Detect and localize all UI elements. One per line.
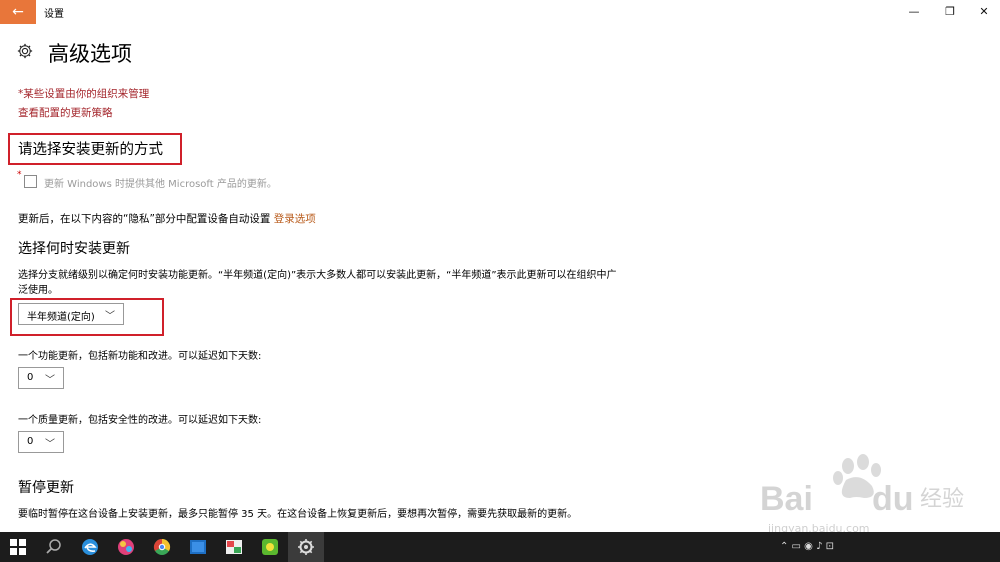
quality-defer-days-dropdown[interactable]: 0 ﹀ [18,431,64,453]
other-products-checkbox[interactable] [24,175,37,188]
svg-text:经验: 经验 [920,487,964,512]
quality-update-defer-label: 一个质量更新，包括安全性的改进。可以延迟如下天数: [18,415,262,426]
close-button[interactable]: ✕ [966,0,1000,24]
pause-updates-description: 要临时暂停在这台设备上安装更新，最多只能暂停 35 天。在这台设备上恢复更新后，… [18,509,578,520]
taskbar: ⌃ ▭ ◉ ♪ ⊡ [0,532,1000,562]
settings-gear-icon[interactable] [296,537,316,557]
color-app-icon[interactable] [116,537,136,557]
branch-readiness-description: 选择分支就绪级别以确定何时安装功能更新。“半年频道(定向)”表示大多数人都可以安… [18,270,617,296]
edge-browser-icon[interactable] [80,537,100,557]
signin-options-link[interactable]: 登录选项 [274,213,316,225]
window-title: 设置 [44,9,64,20]
arrow-left-icon: ← [12,4,24,20]
blue-app-icon[interactable] [188,537,208,557]
title-bar: ← 设置 — ❐ ✕ [0,0,1000,24]
chrome-like-icon[interactable] [152,537,172,557]
photo-app-icon[interactable] [224,537,244,557]
system-tray[interactable]: ⌃ ▭ ◉ ♪ ⊡ [780,541,834,552]
pause-updates-heading: 暂停更新 [18,480,74,496]
feature-defer-days-value: 0 [27,372,34,383]
gear-icon [17,43,33,59]
windows-start-icon[interactable] [8,537,28,557]
search-icon[interactable] [44,537,64,557]
feature-defer-days-dropdown[interactable]: 0 ﹀ [18,367,64,389]
maximize-button[interactable]: ❐ [932,0,968,24]
quality-defer-days-value: 0 [27,436,34,447]
channel-dropdown-value: 半年频道(定向) [27,312,95,323]
green-app-icon[interactable] [260,537,280,557]
managed-by-org-note: *某些设置由你的组织来管理 [18,88,150,100]
managed-asterisk: * [17,170,22,180]
channel-dropdown[interactable]: 半年频道(定向) ﹀ [18,303,124,325]
signin-options-description: 更新后，在以下内容的“隐私”部分中配置设备自动设置 [18,213,274,225]
minimize-button[interactable]: — [896,0,932,24]
signin-options-text: 更新后，在以下内容的“隐私”部分中配置设备自动设置 登录选项 [18,211,316,226]
chevron-down-icon: ﹀ [105,311,115,322]
view-policies-link[interactable]: 查看配置的更新策略 [18,105,113,120]
svg-text:du: du [872,480,914,518]
chevron-down-icon: ﹀ [45,439,55,450]
svg-text:Bai: Bai [760,480,813,518]
install-method-heading: 请选择安装更新的方式 [18,142,163,158]
chevron-down-icon: ﹀ [45,375,55,386]
when-to-install-heading: 选择何时安装更新 [18,241,130,257]
back-button[interactable]: ← [0,0,36,24]
page-title: 高级选项 [48,42,132,66]
feature-update-defer-label: 一个功能更新，包括新功能和改进。可以延迟如下天数: [18,351,262,362]
other-products-checkbox-label: 更新 Windows 时提供其他 Microsoft 产品的更新。 [44,179,277,190]
